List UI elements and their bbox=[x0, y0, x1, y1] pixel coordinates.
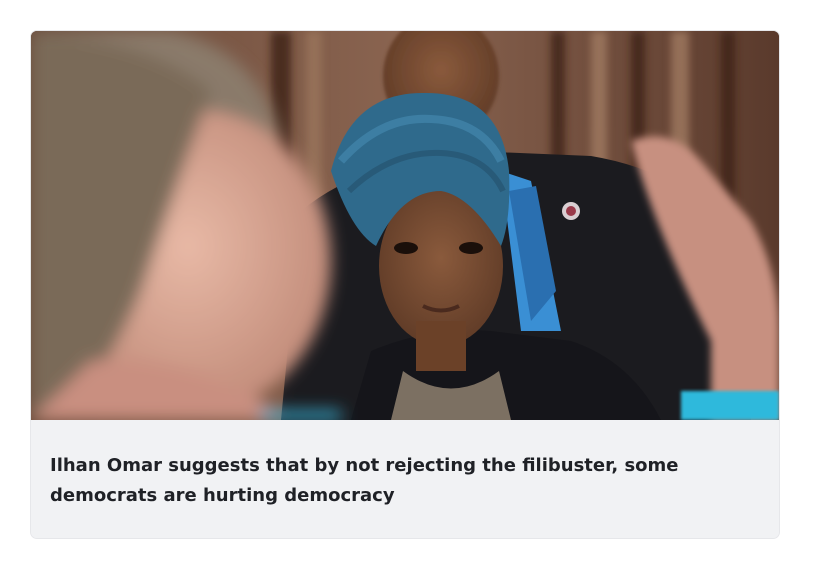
article-caption: Ilhan Omar suggests that by not rejectin… bbox=[31, 420, 779, 538]
article-card[interactable]: Ilhan Omar suggests that by not rejectin… bbox=[31, 31, 779, 538]
article-photo-image bbox=[31, 31, 779, 420]
article-headline[interactable]: Ilhan Omar suggests that by not rejectin… bbox=[50, 451, 750, 511]
article-photo[interactable] bbox=[31, 31, 779, 420]
